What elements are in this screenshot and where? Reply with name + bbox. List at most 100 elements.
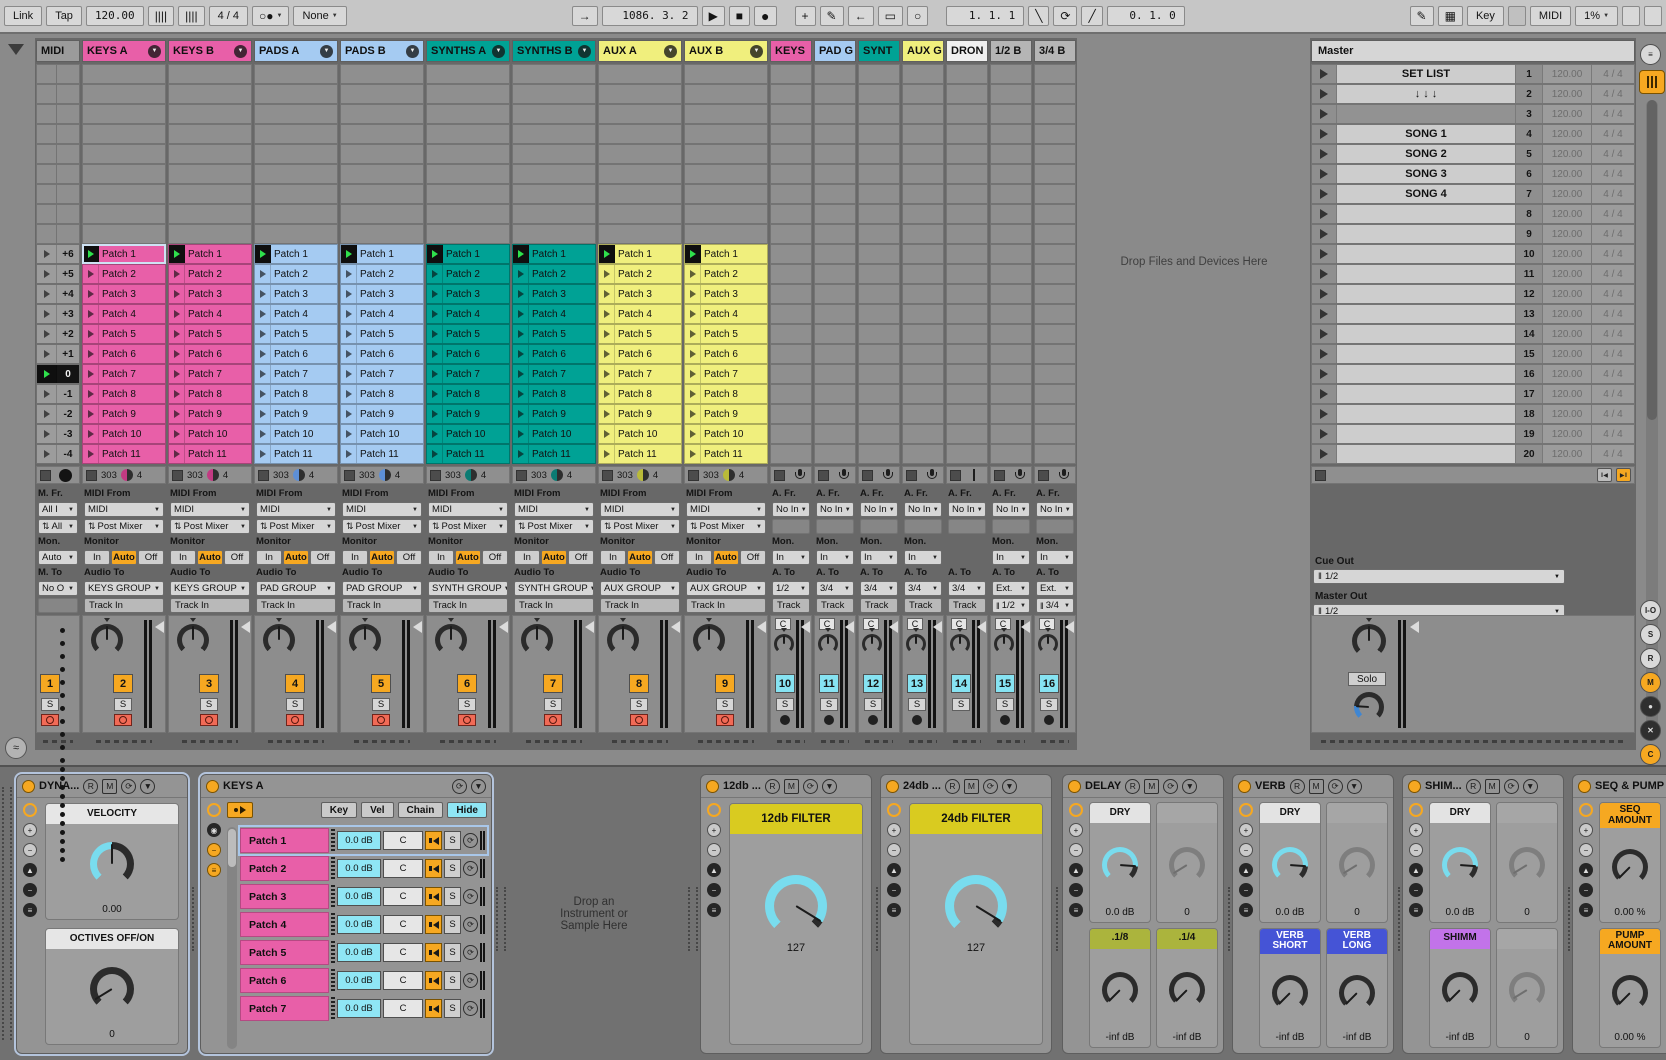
- empty-clip-slot[interactable]: [946, 144, 988, 164]
- empty-clip-slot[interactable]: [598, 184, 682, 204]
- expand-icon[interactable]: +: [707, 823, 721, 837]
- clip-slot[interactable]: Patch 1: [254, 244, 338, 264]
- clip-launch-button[interactable]: [427, 345, 443, 363]
- chain-volume[interactable]: 0.0 dB: [337, 831, 381, 850]
- clip-launch-button[interactable]: [685, 305, 701, 323]
- param-collapse-icon[interactable]: −: [887, 883, 901, 897]
- empty-clip-slot[interactable]: [340, 204, 424, 224]
- monitor-in-button[interactable]: In: [170, 550, 196, 565]
- empty-clip-slot[interactable]: [254, 184, 338, 204]
- clip-launch-button[interactable]: [685, 265, 701, 283]
- monitor-off-button[interactable]: Off: [482, 550, 508, 565]
- stop-all-clips-button[interactable]: [1315, 470, 1326, 481]
- output-routing-select[interactable]: 3/4▼: [860, 581, 898, 596]
- empty-clip-slot[interactable]: [990, 144, 1032, 164]
- scene-time-signature[interactable]: 4 / 4: [1592, 345, 1634, 363]
- chain-name[interactable]: Patch 1: [240, 828, 329, 853]
- solo-button[interactable]: S: [372, 698, 390, 711]
- input-routing-select[interactable]: No In▼: [816, 502, 854, 517]
- clip-launch-button[interactable]: [341, 285, 357, 303]
- mixer-toggle-s[interactable]: S: [1640, 624, 1661, 645]
- input-routing-select[interactable]: No In▼: [1036, 502, 1074, 517]
- pan-knob[interactable]: [435, 624, 467, 656]
- param-list-icon[interactable]: ≡: [1239, 903, 1253, 917]
- scene-launch-button[interactable]: [1312, 425, 1337, 443]
- scene-time-signature[interactable]: 4 / 4: [1592, 325, 1634, 343]
- clip-slot[interactable]: Patch 4: [168, 304, 252, 324]
- monitor-auto-button[interactable]: Auto: [283, 550, 309, 565]
- scene-name[interactable]: SONG 1: [1337, 125, 1516, 143]
- empty-clip-slot[interactable]: [770, 124, 812, 144]
- scene-name[interactable]: [1337, 405, 1516, 423]
- empty-clip-slot[interactable]: [82, 144, 166, 164]
- monitor-select[interactable]: In▼: [1036, 550, 1074, 565]
- chain-pan[interactable]: C: [383, 831, 423, 850]
- cue-solo-button[interactable]: Solo: [1348, 672, 1386, 686]
- empty-clip-slot[interactable]: [902, 244, 944, 264]
- param-collapse-icon[interactable]: −: [707, 883, 721, 897]
- empty-clip-slot[interactable]: [684, 124, 768, 144]
- clip-launch-button[interactable]: [599, 445, 615, 463]
- empty-clip-slot[interactable]: [1034, 84, 1076, 104]
- empty-clip-slot[interactable]: [946, 204, 988, 224]
- input-routing-select[interactable]: No In▼: [772, 502, 810, 517]
- hot-swap-icon[interactable]: ⟳: [463, 889, 478, 904]
- clip-slot[interactable]: Patch 10: [82, 424, 166, 444]
- empty-clip-slot[interactable]: [512, 124, 596, 144]
- track-header-pads-b[interactable]: PADS B▼: [340, 40, 424, 62]
- record-button[interactable]: ●: [754, 6, 776, 26]
- master-track-header[interactable]: Master: [1311, 40, 1635, 62]
- collapse-icon[interactable]: −: [1579, 843, 1593, 857]
- empty-clip-slot[interactable]: [946, 124, 988, 144]
- clip-slot[interactable]: Patch 8: [340, 384, 424, 404]
- empty-clip-slot[interactable]: [858, 284, 900, 304]
- empty-clip-slot[interactable]: [254, 224, 338, 244]
- empty-clip-slot[interactable]: [990, 224, 1032, 244]
- scene-name[interactable]: [1337, 325, 1516, 343]
- input-routing-select[interactable]: No In▼: [948, 502, 986, 517]
- solo-button[interactable]: S: [908, 698, 926, 711]
- chain-name[interactable]: Patch 7: [240, 996, 329, 1021]
- volume-slider-handle[interactable]: [757, 621, 766, 633]
- collapse-icon[interactable]: −: [23, 843, 37, 857]
- clip-launch-button[interactable]: [255, 245, 271, 263]
- empty-clip-slot[interactable]: [82, 124, 166, 144]
- scene-time-signature[interactable]: 4 / 4: [1592, 145, 1634, 163]
- back-to-arrangement-icon[interactable]: ←: [848, 6, 874, 26]
- clip-slot[interactable]: Patch 1: [512, 244, 596, 264]
- clip-slot[interactable]: Patch 2: [254, 264, 338, 284]
- empty-clip-slot[interactable]: [82, 84, 166, 104]
- empty-clip-slot[interactable]: [946, 364, 988, 384]
- device-m-button[interactable]: M: [102, 779, 117, 794]
- chain-list-icon[interactable]: ≡: [207, 863, 221, 877]
- scene-launch-button[interactable]: [1312, 105, 1337, 123]
- chain-pan[interactable]: C: [383, 943, 423, 962]
- save-preset-icon[interactable]: ▼: [1347, 779, 1362, 794]
- scene-launch-button[interactable]: [1312, 65, 1337, 83]
- track-header-3-4-b[interactable]: 3/4 B: [1034, 40, 1076, 62]
- scene-launch-button[interactable]: [1312, 145, 1337, 163]
- output-channel-button[interactable]: Track: [860, 598, 898, 613]
- chevron-down-icon[interactable]: ▼: [664, 45, 677, 58]
- empty-clip-slot[interactable]: [902, 224, 944, 244]
- hot-swap-icon[interactable]: ⟳: [463, 1001, 478, 1016]
- clip-slot[interactable]: Patch 8: [82, 384, 166, 404]
- empty-clip-slot[interactable]: [512, 64, 596, 84]
- clip-launch-button[interactable]: [685, 325, 701, 343]
- clip-launch-button[interactable]: [37, 385, 57, 403]
- volume-slider-handle[interactable]: [801, 621, 810, 633]
- device-activator-led[interactable]: [886, 780, 899, 793]
- hot-swap-icon[interactable]: ⟳: [463, 917, 478, 932]
- macro-knob[interactable]: [1339, 847, 1375, 883]
- play-button[interactable]: ▶: [702, 6, 725, 26]
- macro-knob[interactable]: [1102, 847, 1138, 883]
- monitor-auto-button[interactable]: Auto: [541, 550, 567, 565]
- pan-knob[interactable]: [607, 624, 639, 656]
- output-channel-button[interactable]: Track: [772, 598, 810, 613]
- empty-clip-slot[interactable]: [902, 144, 944, 164]
- master-volume-slider-handle[interactable]: [1410, 621, 1419, 633]
- empty-clip-slot[interactable]: [858, 364, 900, 384]
- empty-clip-slot[interactable]: [1034, 244, 1076, 264]
- device-m-button[interactable]: M: [1485, 779, 1500, 794]
- macro-knob[interactable]: [1169, 972, 1205, 1008]
